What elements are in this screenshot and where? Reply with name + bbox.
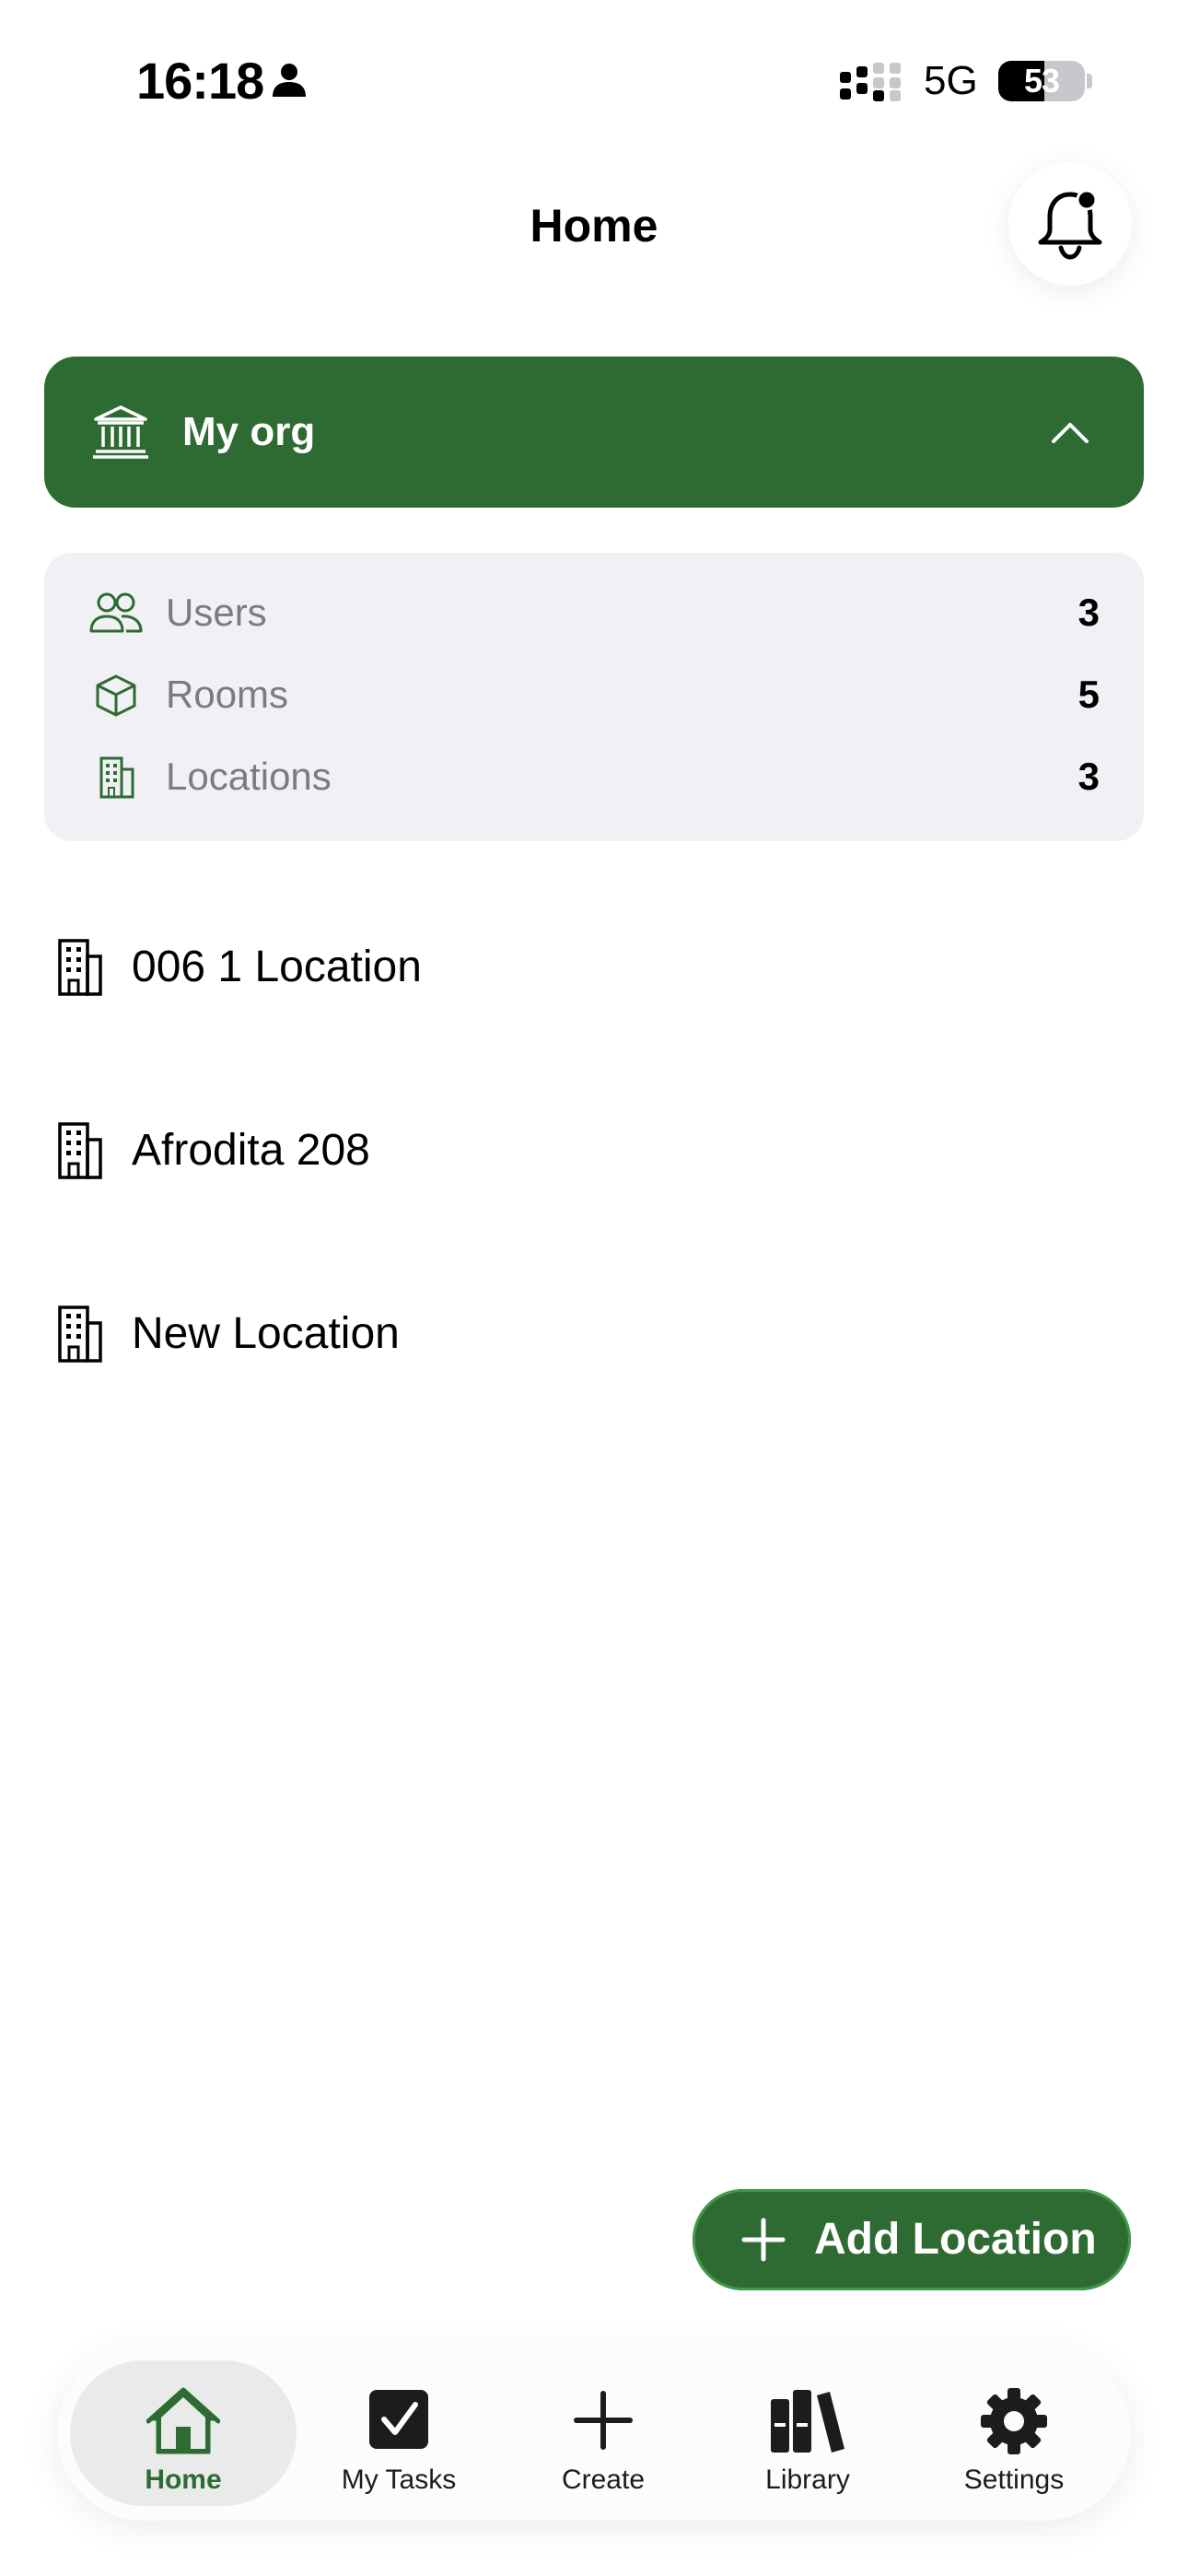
chevron-up-icon (1052, 423, 1089, 443)
bell-icon (1038, 189, 1102, 260)
stat-label: Users (166, 591, 267, 634)
stat-value: 3 (1077, 755, 1100, 798)
stat-label: Locations (166, 755, 332, 798)
add-location-button[interactable]: Add Location (693, 2189, 1131, 2290)
org-header[interactable]: My org (44, 357, 1144, 508)
tab-label: Home (145, 2465, 222, 2495)
stat-value: 3 (1077, 591, 1100, 634)
building-icon (99, 756, 134, 799)
plus-icon (574, 2391, 633, 2450)
battery-icon: 53 (998, 61, 1085, 101)
signal-icon (840, 63, 901, 101)
tab-label: Settings (963, 2465, 1065, 2495)
books-icon (771, 2390, 844, 2453)
battery-level: 53 (1023, 62, 1060, 100)
location-item[interactable]: 006 1 Location (0, 912, 1188, 1023)
stat-label: Rooms (166, 673, 289, 716)
tab-label: Library (765, 2465, 850, 2495)
notifications-button[interactable] (1008, 162, 1132, 286)
home-icon (146, 2387, 220, 2454)
gear-icon (981, 2388, 1047, 2454)
add-location-label: Add Location (814, 2215, 1097, 2264)
tab-library[interactable]: Library (705, 2360, 910, 2506)
status-bar: 16:18 5G 53 (0, 0, 1188, 161)
stat-row-users: Users 3 (44, 576, 1144, 650)
stat-value: 5 (1077, 673, 1100, 716)
users-icon (89, 592, 143, 633)
plus-icon (741, 2218, 786, 2262)
location-name: New Location (132, 1309, 400, 1358)
tab-home[interactable]: Home (70, 2360, 297, 2506)
institution-icon (93, 405, 148, 459)
tab-label: My Tasks (341, 2465, 457, 2495)
building-icon (58, 1306, 102, 1363)
status-time: 16:18 (136, 52, 264, 110)
network-type: 5G (924, 58, 978, 103)
location-name: 006 1 Location (132, 943, 422, 991)
building-icon (58, 1122, 102, 1179)
tab-my-tasks[interactable]: My Tasks (297, 2360, 501, 2506)
location-item[interactable]: New Location (0, 1279, 1188, 1389)
stat-row-rooms: Rooms 5 (44, 658, 1144, 732)
building-icon (58, 939, 102, 996)
stat-row-locations: Locations 3 (44, 740, 1144, 814)
tab-bar: Home My Tasks Create Library Settings (57, 2346, 1131, 2521)
location-name: Afrodita 208 (132, 1126, 370, 1175)
tab-settings[interactable]: Settings (910, 2360, 1118, 2506)
tab-label: Create (561, 2465, 646, 2495)
org-name: My org (182, 409, 316, 454)
location-item[interactable]: Afrodita 208 (0, 1095, 1188, 1206)
person-icon (273, 64, 306, 97)
cube-icon (96, 674, 136, 717)
checkbox-icon (369, 2390, 428, 2449)
org-stats-card: Users 3 Rooms 5 Locations 3 (44, 553, 1144, 841)
battery-cap (1087, 74, 1092, 88)
tab-create[interactable]: Create (501, 2360, 705, 2506)
